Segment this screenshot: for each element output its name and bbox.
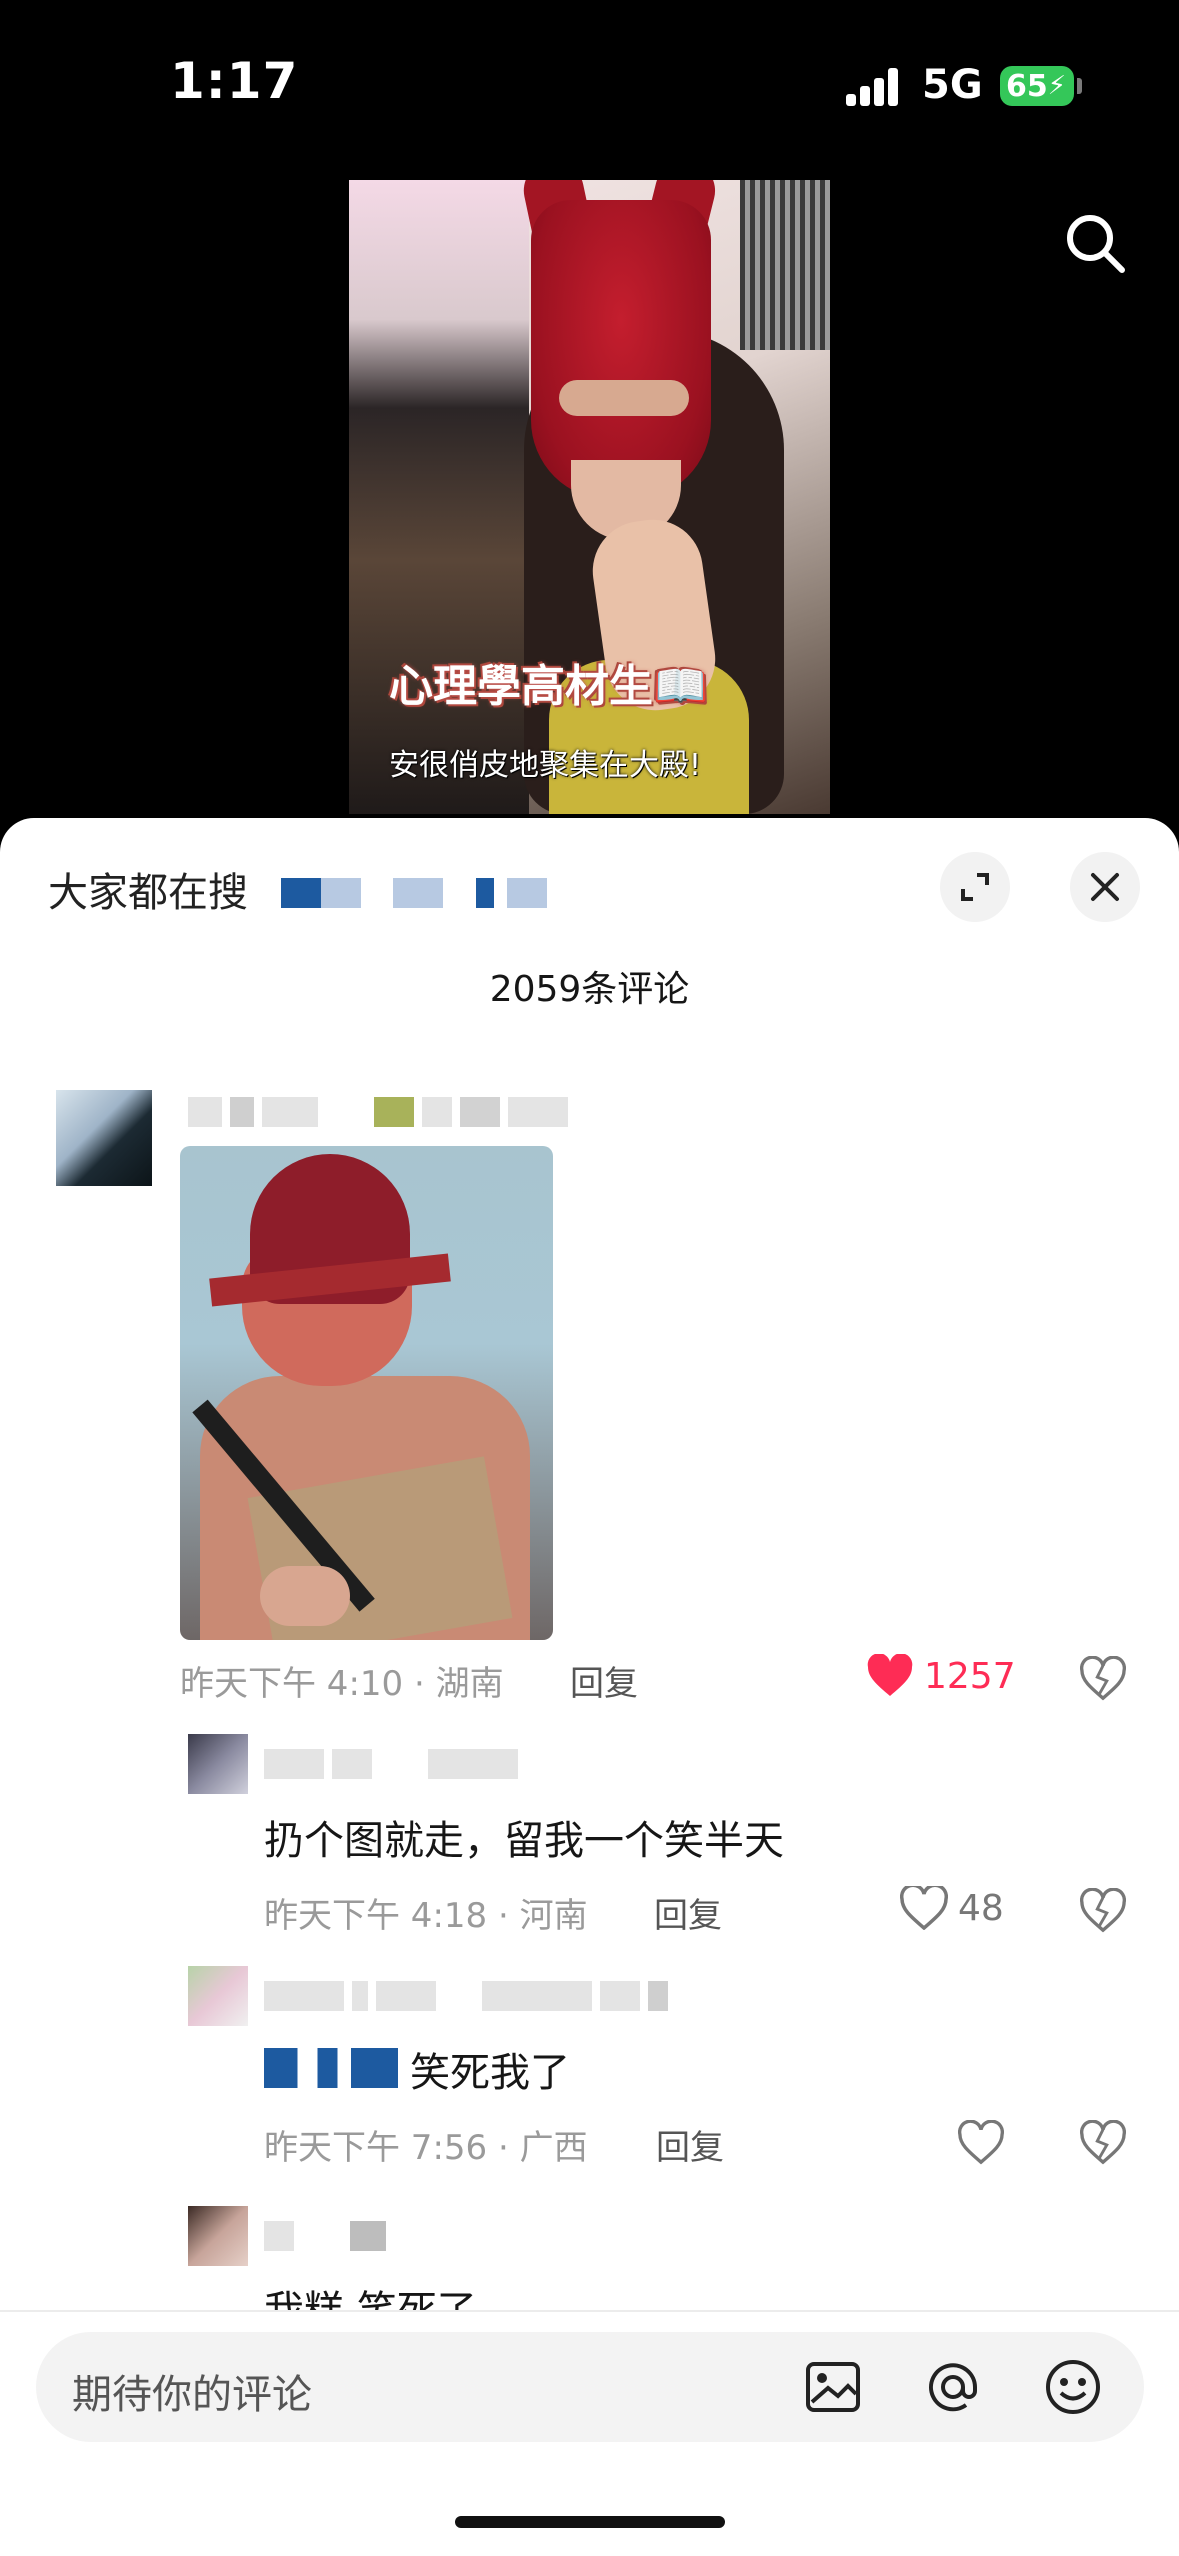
mask-eye-opening [559,380,689,416]
network-type: 5G [922,62,983,108]
battery-tip [1077,78,1082,94]
blurred-suggestion [280,872,547,918]
avatar[interactable] [188,1966,248,2026]
search-suggestion[interactable]: 大家都在搜 [48,860,547,918]
video-player[interactable]: 心理學高材生📖 安很俏皮地聚集在大殿! [349,180,830,814]
reply-button[interactable]: 回复 [654,1888,722,1937]
video-background-shelf [349,180,529,814]
comment-time-location: 昨天下午 4:18 · 河南 [264,1896,588,1936]
expand-icon [961,873,989,901]
comment-text: 笑死我了 [410,2050,570,2096]
heart-outline-icon[interactable] [958,2120,1004,2166]
reply-button[interactable]: 回复 [656,2120,724,2169]
heart-outline-icon [900,1886,948,1930]
video-caption-main: 心理學高材生📖 [389,661,708,712]
username-blurred[interactable] [264,1978,668,2014]
status-bar: 1:17 5G 65 ⚡ [0,0,1179,170]
expand-button[interactable] [940,852,1010,922]
avatar[interactable] [188,2206,248,2266]
mention-at-icon[interactable] [922,2356,984,2418]
dislike-heart-broken-icon[interactable] [1080,2120,1126,2166]
search-icon[interactable] [1060,208,1130,278]
comment-sheet: 大家都在搜 2059条评论 昨天下午 4:10 · 湖南 回复 1257 扔个图… [0,818,1179,2556]
battery-level: 65 [1006,68,1048,104]
close-button[interactable] [1070,852,1140,922]
heart-filled-icon [867,1654,913,1696]
username-blurred[interactable] [188,1094,568,1130]
like-button[interactable]: 1257 [866,1654,1016,1698]
comment-input-placeholder: 期待你的评论 [72,2372,312,2418]
username-blurred[interactable] [264,1746,518,1782]
home-indicator [455,2516,725,2528]
video-red-mask [531,200,711,500]
avatar[interactable] [56,1090,152,1186]
dislike-heart-broken-icon[interactable] [1080,1656,1126,1702]
comment-image[interactable] [180,1146,553,1640]
like-count: 1257 [924,1655,1016,1697]
signal-icon [846,66,904,106]
comment-count: 2059条评论 [489,969,690,1010]
status-time: 1:17 [170,52,299,110]
avatar[interactable] [188,1734,248,1794]
like-button[interactable]: 48 [900,1886,1004,1930]
dislike-heart-broken-icon[interactable] [1080,1888,1126,1934]
comment-text: 扔个图就走，留我一个笑半天 [264,1818,784,1864]
video-caption-sub: 安很俏皮地聚集在大殿! [389,748,702,783]
reply-button[interactable]: 回复 [570,1656,638,1705]
image-hand [260,1566,350,1626]
video-background-vent [740,180,830,350]
emoji-icon[interactable] [1042,2356,1104,2418]
battery-icon: 65 ⚡ [1000,66,1074,106]
close-icon [1091,873,1119,901]
comment-time-location: 昨天下午 7:56 · 广西 [264,2128,588,2168]
blurred-mention [264,2048,398,2088]
image-icon[interactable] [802,2356,864,2418]
username-blurred[interactable] [264,2218,386,2254]
search-suggestion-label: 大家都在搜 [48,870,248,916]
comment-time-location: 昨天下午 4:10 · 湖南 [180,1664,504,1704]
comment-input[interactable]: 期待你的评论 [36,2332,1144,2442]
like-count: 48 [958,1887,1004,1929]
